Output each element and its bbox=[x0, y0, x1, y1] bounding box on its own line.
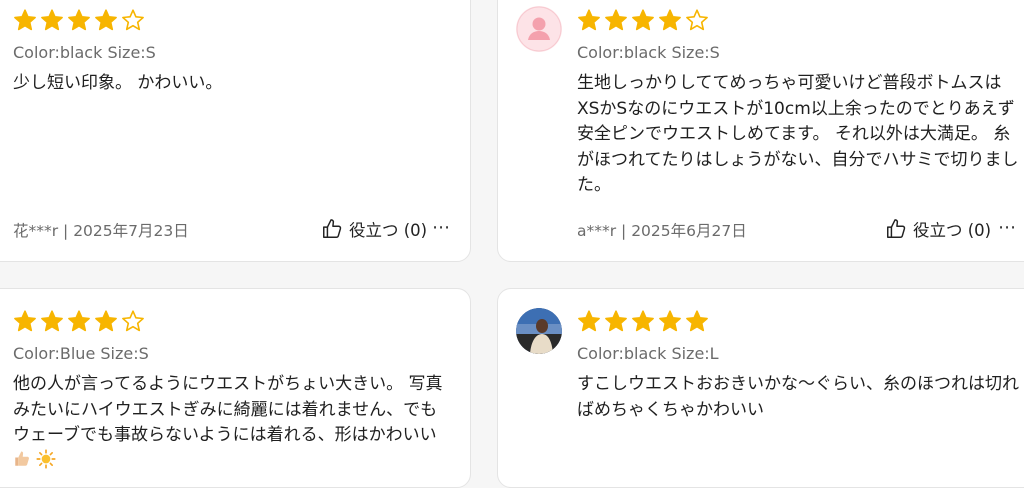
star-filled-icon bbox=[41, 310, 63, 332]
star-rating bbox=[13, 8, 145, 32]
more-options-button[interactable]: ⋯ bbox=[998, 217, 1017, 238]
default-user-avatar bbox=[516, 6, 562, 52]
review-variant: Color:black Size:S bbox=[577, 43, 720, 62]
star-filled-icon bbox=[632, 310, 654, 332]
review-card: Color:black Size:S 少し短い印象。 かわいい。 花***r |… bbox=[0, 0, 471, 262]
star-empty-icon bbox=[122, 310, 144, 332]
review-variant: Color:black Size:L bbox=[577, 344, 719, 363]
helpful-label: 役立つ (0) bbox=[349, 221, 428, 240]
review-card: Color:black Size:S 生地しっかりしててめっちゃ可愛いけど普段ボ… bbox=[497, 0, 1024, 262]
star-filled-icon bbox=[41, 9, 63, 31]
review-variant: Color:black Size:S bbox=[13, 43, 156, 62]
review-text: 生地しっかりしててめっちゃ可愛いけど普段ボトムスはXSかSなのにウエストが10c… bbox=[577, 73, 1019, 195]
star-filled-icon bbox=[95, 310, 117, 332]
star-filled-icon bbox=[632, 9, 654, 31]
review-author-date: a***r | 2025年6月27日 bbox=[577, 222, 747, 240]
star-empty-icon bbox=[686, 9, 708, 31]
thumbs-up-emoji bbox=[13, 450, 31, 477]
star-rating bbox=[577, 8, 709, 32]
thumbs-up-icon bbox=[887, 219, 906, 238]
sun-emoji bbox=[36, 448, 56, 478]
star-filled-icon bbox=[578, 9, 600, 31]
review-card: Color:black Size:L すこしウエストおおきいかな〜ぐらい、糸のほ… bbox=[497, 288, 1024, 488]
star-filled-icon bbox=[578, 310, 600, 332]
star-rating bbox=[13, 309, 145, 333]
helpful-button[interactable]: 役立つ (0) bbox=[321, 217, 427, 241]
helpful-label: 役立つ (0) bbox=[913, 221, 992, 240]
star-filled-icon bbox=[68, 310, 90, 332]
review-text: すこしウエストおおきいかな〜ぐらい、糸のほつれは切ればめちゃくちゃかわいい bbox=[577, 374, 1019, 420]
more-options-button[interactable]: ⋯ bbox=[432, 217, 451, 238]
helpful-button[interactable]: 役立つ (0) bbox=[885, 217, 991, 241]
star-filled-icon bbox=[95, 9, 117, 31]
star-filled-icon bbox=[68, 9, 90, 31]
review-variant: Color:Blue Size:S bbox=[13, 344, 149, 363]
star-rating bbox=[577, 309, 709, 333]
star-filled-icon bbox=[605, 9, 627, 31]
star-filled-icon bbox=[605, 310, 627, 332]
review-text-block: 他の人が言ってるようにウエストがちょい大きい。 写真みたいにハイウエストぎみに綺… bbox=[13, 372, 453, 477]
star-empty-icon bbox=[122, 9, 144, 31]
star-filled-icon bbox=[659, 9, 681, 31]
review-text: 少し短い印象。 かわいい。 bbox=[13, 73, 223, 93]
review-author-date: 花***r | 2025年7月23日 bbox=[13, 222, 189, 240]
star-filled-icon bbox=[659, 310, 681, 332]
user-photo-image bbox=[516, 308, 562, 354]
star-filled-icon bbox=[14, 9, 36, 31]
user-photo-avatar bbox=[516, 308, 562, 354]
review-text: 他の人が言ってるようにウエストがちょい大きい。 写真みたいにハイウエストぎみに綺… bbox=[13, 374, 443, 445]
star-filled-icon bbox=[686, 310, 708, 332]
review-card: Color:Blue Size:S 他の人が言ってるようにウエストがちょい大きい… bbox=[0, 288, 471, 488]
thumbs-up-icon bbox=[323, 219, 342, 238]
user-silhouette-icon bbox=[516, 6, 562, 52]
star-filled-icon bbox=[14, 310, 36, 332]
